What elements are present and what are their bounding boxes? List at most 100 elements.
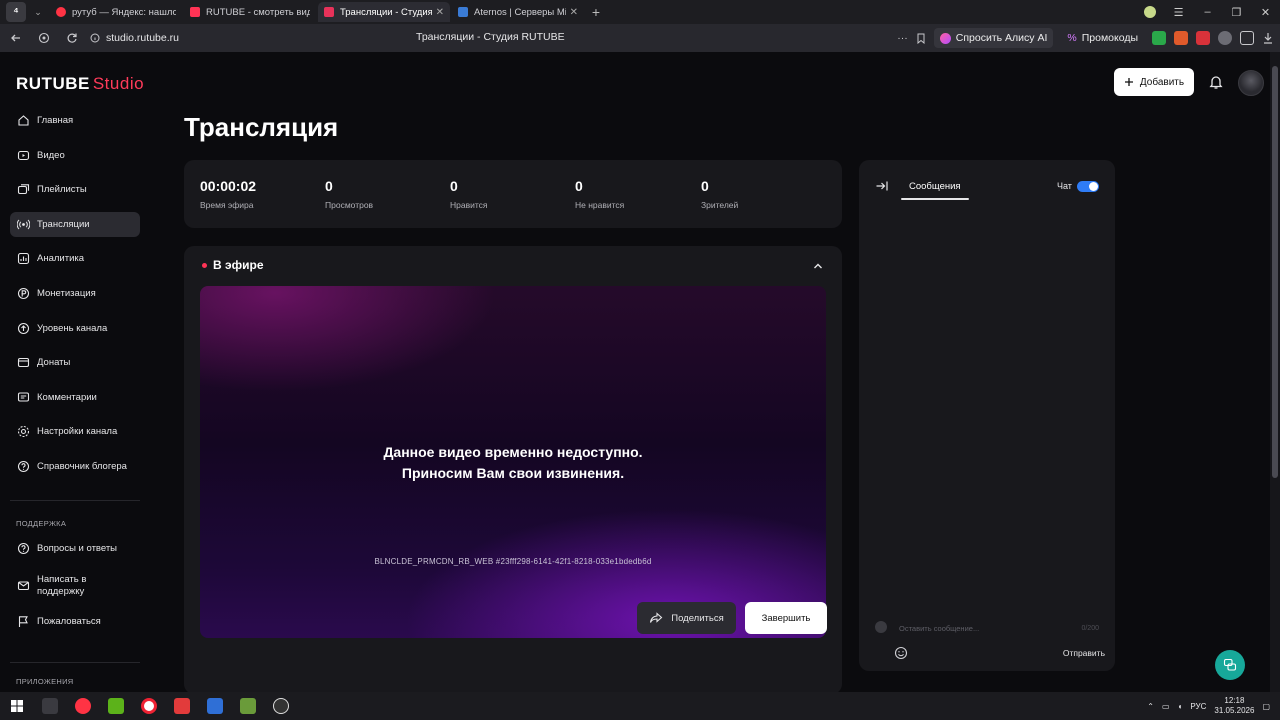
sidebar-item-label: Монетизация [37, 287, 96, 299]
collapse-panel-icon[interactable] [875, 179, 889, 193]
rutube-favicon-icon [190, 7, 200, 17]
new-tab-icon[interactable]: + [586, 2, 606, 22]
stat-label: Время эфира [200, 200, 254, 210]
close-tab-icon[interactable]: ✕ [436, 7, 444, 18]
logo-part-rutube: RUTUBE [16, 74, 90, 93]
language-indicator[interactable]: РУС [1190, 702, 1206, 711]
notifications-icon[interactable]: ▢ [1262, 702, 1270, 711]
bell-icon[interactable] [1208, 74, 1224, 90]
sidebar-divider [10, 500, 140, 501]
browser-tab[interactable]: Aternos | Серверы Min ✕ [452, 2, 584, 22]
more-icon[interactable]: ··· [897, 32, 908, 44]
sidebar-item-donations[interactable]: Донаты [10, 350, 140, 375]
obs-app-icon[interactable] [264, 692, 297, 720]
os-taskbar: ⌃ ▭ ◖ РУС 12:18 31.05.2026 ▢ [0, 692, 1280, 720]
chat-message-input[interactable] [899, 621, 1099, 635]
sidebar-item-monetization[interactable]: Монетизация [10, 281, 140, 306]
network-icon[interactable]: ▭ [1162, 702, 1170, 711]
menu-icon[interactable]: ☰ [1164, 6, 1193, 19]
scrollbar-thumb[interactable] [1272, 66, 1278, 478]
download-icon[interactable] [1262, 32, 1274, 44]
site-info-icon[interactable] [90, 33, 100, 43]
sidebar-item-label: Пожаловаться [37, 616, 101, 628]
stat-label: Просмотров [325, 200, 374, 210]
share-icon [650, 612, 663, 623]
browser-menu-icon[interactable]: ⁴ [6, 2, 26, 22]
yandex-app-icon[interactable] [66, 692, 99, 720]
chevron-down-icon[interactable]: ⌄ [30, 2, 46, 22]
sidebar-item-home[interactable]: Главная [10, 108, 140, 133]
clock-time: 12:18 [1224, 696, 1245, 705]
sidebar-item-contact-support[interactable]: Написать в поддержку [10, 569, 140, 603]
browser-tab[interactable]: RUTUBE - смотреть видео [184, 2, 316, 22]
share-button[interactable]: Поделиться [637, 602, 736, 634]
browser-tab[interactable]: рутуб — Яндекс: нашлось [50, 2, 182, 22]
sidebar-item-report[interactable]: Пожаловаться [10, 609, 140, 634]
reload-icon[interactable] [60, 26, 84, 50]
sidebar-item-label: Справочник блогера [37, 460, 127, 472]
sidebar-item-playlists[interactable]: Плейлисты [10, 177, 140, 202]
browser-tab-active[interactable]: Трансляции - Студия R ✕ [318, 2, 450, 22]
close-tab-icon[interactable]: ✕ [570, 7, 578, 18]
wps-app-icon[interactable] [165, 692, 198, 720]
sidebar-item-video[interactable]: Видео [10, 143, 140, 168]
sidebar-item-analytics[interactable]: Аналитика [10, 246, 140, 271]
chevron-up-icon[interactable]: ⌃ [1147, 702, 1154, 711]
alice-icon [939, 32, 951, 44]
rutube-studio-logo[interactable]: RUTUBE Studio [16, 74, 144, 94]
sidebar-item-blogger-guide[interactable]: Справочник блогера [10, 454, 140, 479]
percent-icon: % [1067, 32, 1077, 44]
sidebar-item-channel-settings[interactable]: Настройки канала [10, 419, 140, 444]
browser-page-title: Трансляции - Студия RUTUBE [416, 31, 565, 43]
logo-part-studio: Studio [92, 74, 145, 93]
bookmark-icon[interactable] [916, 33, 926, 44]
extension-icon[interactable] [1196, 31, 1210, 45]
maximize-icon[interactable]: ❐ [1222, 6, 1251, 19]
guide-icon [16, 459, 30, 473]
chevron-up-icon[interactable] [812, 260, 824, 272]
flag-icon [16, 615, 30, 629]
live-title: В эфире [213, 258, 264, 272]
tab-label: Aternos | Серверы Min [474, 6, 566, 18]
sidebar-item-faq[interactable]: Вопросы и ответы [10, 536, 140, 561]
extensions-puzzle-icon[interactable] [1240, 31, 1254, 45]
rutube-studio-favicon-icon [324, 7, 334, 17]
extension-icon[interactable] [1174, 31, 1188, 45]
profile-icon[interactable] [1144, 6, 1156, 18]
add-button[interactable]: Добавить [1114, 68, 1194, 96]
yandex-browser-app-icon[interactable] [132, 692, 165, 720]
sidebar-item-label: Комментарии [37, 391, 97, 403]
yandex-home-icon[interactable] [32, 26, 56, 50]
send-button[interactable]: Отправить [1063, 648, 1105, 658]
stat-viewers: 0 Зрителей [701, 178, 738, 210]
avatar[interactable] [1238, 70, 1264, 96]
clock[interactable]: 12:18 31.05.2026 [1214, 696, 1254, 716]
nvidia-app-icon[interactable] [99, 692, 132, 720]
emoji-icon[interactable] [894, 646, 908, 660]
windows-start-icon[interactable] [0, 692, 33, 720]
ask-alice-button[interactable]: Спросить Алису AI [933, 28, 1054, 48]
end-stream-button[interactable]: Завершить [745, 602, 827, 634]
minecraft-app-icon[interactable] [231, 692, 264, 720]
sidebar-item-channel-level[interactable]: Уровень канала [10, 316, 140, 341]
sidebar-item-comments[interactable]: Комментарии [10, 385, 140, 410]
url-field[interactable]: studio.rutube.ru [90, 32, 179, 44]
video-player[interactable]: Данное видео временно недоступно. Принос… [200, 286, 826, 638]
sidebar-item-broadcasts[interactable]: Трансляции [10, 211, 140, 237]
blue-app-icon[interactable] [198, 692, 231, 720]
stat-value: 0 [575, 178, 583, 194]
monetization-icon [16, 286, 30, 300]
volume-icon[interactable]: ◖ [1178, 702, 1183, 711]
globe-icon[interactable] [1218, 31, 1232, 45]
close-window-icon[interactable]: ✕ [1251, 6, 1280, 19]
chat-toggle[interactable] [1077, 181, 1099, 192]
back-icon[interactable] [4, 26, 28, 50]
tab-messages[interactable]: Сообщения [909, 181, 961, 192]
chat-toggle-label: Чат [1057, 181, 1072, 191]
taskbar-app-icon[interactable] [33, 692, 66, 720]
promo-button[interactable]: % Промокоды [1061, 28, 1144, 48]
extension-icon[interactable] [1152, 31, 1166, 45]
yandex-favicon-icon [56, 7, 66, 17]
support-chat-button[interactable] [1215, 650, 1245, 680]
minimize-icon[interactable]: – [1193, 6, 1222, 18]
